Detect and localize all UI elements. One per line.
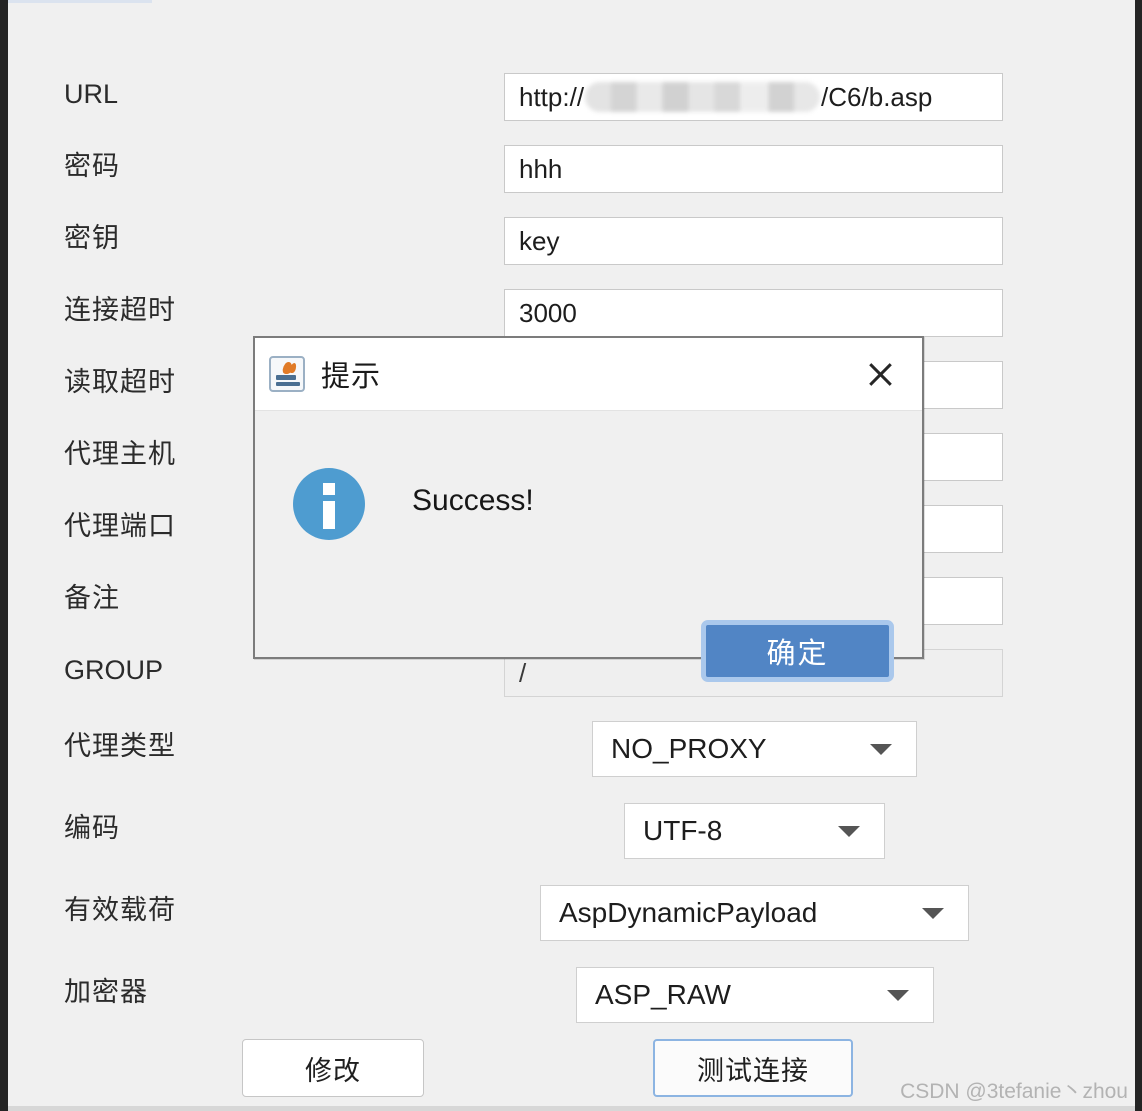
select-encoding[interactable]: UTF-8	[624, 803, 885, 859]
close-icon[interactable]	[864, 358, 896, 390]
test-connection-button[interactable]: 测试连接	[653, 1039, 853, 1097]
modify-button[interactable]: 修改	[242, 1039, 424, 1097]
input-connect-timeout[interactable]: 3000	[504, 289, 1003, 337]
url-redacted-host	[585, 82, 821, 112]
window-edge-right	[1135, 0, 1142, 1111]
label-proxy-port: 代理端口	[64, 511, 176, 542]
input-url[interactable]: http:// /C6/b.asp	[504, 73, 1003, 121]
dialog-body: Success! 确定	[255, 411, 922, 682]
chevron-down-icon	[870, 744, 892, 755]
select-encoding-value: UTF-8	[643, 815, 723, 846]
success-dialog: 提示 Success! 确定	[253, 336, 924, 682]
app-window: URL http:// /C6/b.asp 密码 hhh 密钥 key 连接超时…	[0, 0, 1142, 1111]
label-read-timeout: 读取超时	[64, 367, 176, 398]
label-url: URL	[64, 79, 119, 109]
label-password: 密码	[64, 151, 120, 182]
dialog-titlebar: 提示	[255, 338, 922, 411]
window-edge-bottom	[8, 1106, 1135, 1111]
url-suffix: /C6/b.asp	[821, 81, 933, 112]
dialog-ok-button[interactable]: 确定	[701, 620, 894, 682]
info-icon	[293, 468, 365, 540]
label-remark: 备注	[64, 583, 120, 614]
input-password[interactable]: hhh	[504, 145, 1003, 193]
label-connect-timeout: 连接超时	[64, 295, 176, 326]
label-group: GROUP	[64, 655, 164, 685]
java-coffee-cup-icon	[269, 356, 305, 392]
label-secret-key: 密钥	[64, 223, 120, 254]
select-encryptor[interactable]: ASP_RAW	[576, 967, 934, 1023]
select-encryptor-value: ASP_RAW	[595, 979, 731, 1010]
select-proxy-type[interactable]: NO_PROXY	[592, 721, 917, 777]
input-secret-key[interactable]: key	[504, 217, 1003, 265]
select-payload[interactable]: AspDynamicPayload	[540, 885, 969, 941]
label-proxy-type: 代理类型	[64, 731, 176, 762]
dialog-message: Success!	[412, 484, 534, 517]
label-proxy-host: 代理主机	[64, 439, 176, 470]
dialog-title: 提示	[321, 359, 382, 393]
chevron-down-icon	[838, 826, 860, 837]
label-encryptor: 加密器	[64, 977, 148, 1008]
chevron-down-icon	[887, 990, 909, 1001]
select-proxy-type-value: NO_PROXY	[611, 733, 767, 764]
label-payload: 有效载荷	[64, 895, 176, 926]
window-edge-left	[0, 0, 8, 1111]
url-prefix: http://	[519, 81, 585, 112]
chevron-down-icon	[922, 908, 944, 919]
watermark: CSDN @3tefanie丶zhou	[900, 1080, 1128, 1103]
select-payload-value: AspDynamicPayload	[559, 897, 818, 928]
label-encoding: 编码	[64, 813, 120, 844]
